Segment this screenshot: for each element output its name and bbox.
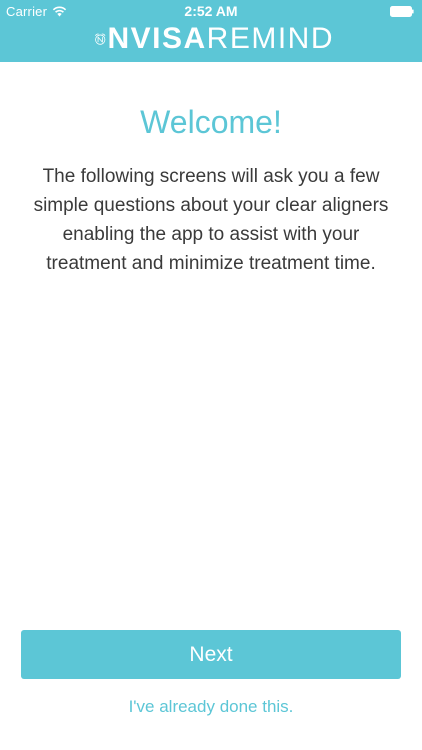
next-button[interactable]: Next — [21, 630, 401, 679]
page-title: Welcome! — [140, 104, 282, 140]
top-bar: Carrier 2:52 AM NVISAREMIND — [0, 0, 422, 62]
logo-text-remind: REMIND — [206, 22, 334, 55]
logo-text: NVISAREMIND — [107, 19, 334, 59]
app-logo: NVISAREMIND — [94, 19, 334, 59]
logo-text-nvisa: NVISA — [107, 22, 207, 55]
already-done-link[interactable]: I've already done this. — [0, 697, 422, 717]
status-time: 2:52 AM — [184, 3, 238, 19]
welcome-screen: Carrier 2:52 AM NVISAREMIND Welcome! The… — [0, 0, 422, 750]
alarm-clock-n-logo-icon — [95, 33, 106, 45]
intro-text: The following screens will ask you a few… — [33, 166, 389, 274]
battery-icon — [390, 6, 414, 17]
